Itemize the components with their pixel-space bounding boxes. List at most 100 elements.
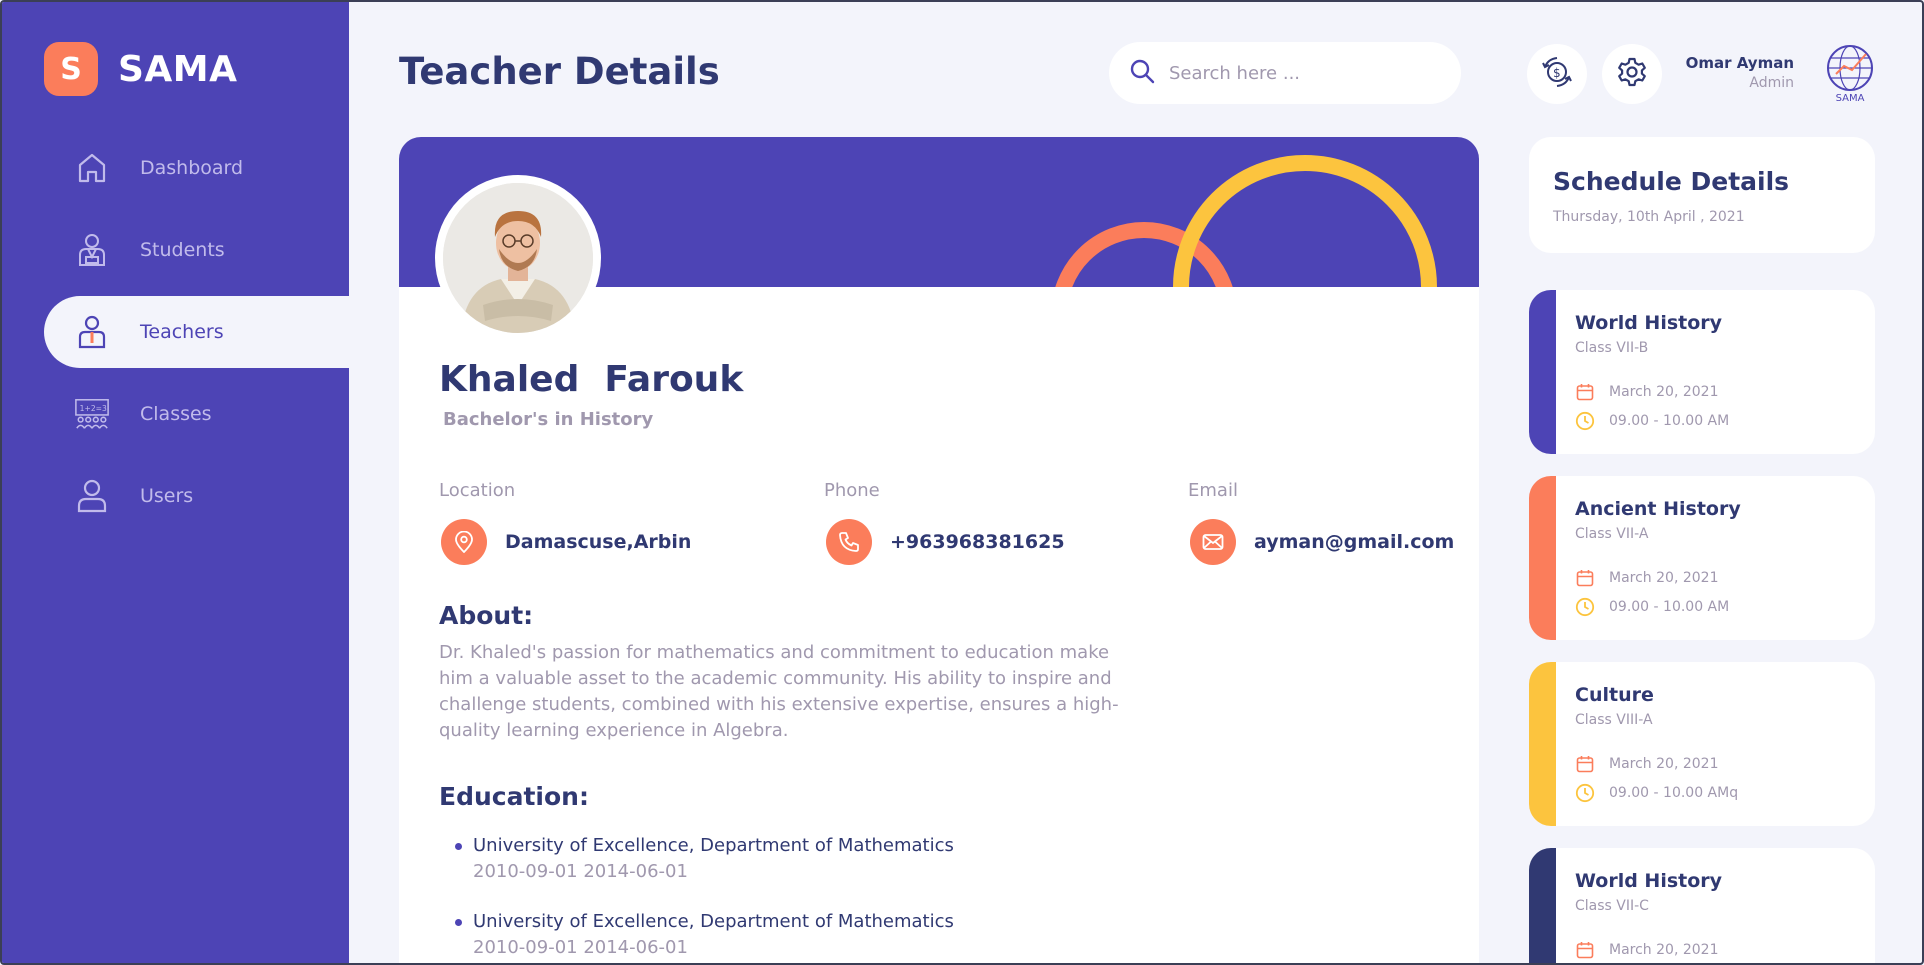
education-school: University of Excellence, Department of … <box>473 835 954 856</box>
svg-text:$: $ <box>1553 66 1561 80</box>
teacher-degree: Bachelor's in History <box>443 409 654 430</box>
schedule-class: Class VII-C <box>1575 898 1649 914</box>
teacher-first-name: Khaled <box>439 359 580 400</box>
schedule-date-value: March 20, 2021 <box>1609 756 1719 772</box>
education-dates: 2010-09-01 2014-06-01 <box>473 937 688 958</box>
sidebar-item-dashboard[interactable]: Dashboard <box>44 132 349 204</box>
classroom-icon: 1+2=3 <box>74 396 110 432</box>
email-value[interactable]: ayman@gmail.com <box>1254 531 1454 553</box>
schedule-header: Schedule Details Thursday, 10th April , … <box>1529 137 1875 253</box>
sidebar-item-teachers[interactable]: Teachers <box>44 296 349 368</box>
schedule-date-value: March 20, 2021 <box>1609 942 1719 958</box>
search-bar[interactable] <box>1109 42 1461 104</box>
schedule-color-bar <box>1529 476 1556 640</box>
sidebar: S SAMA Dashboard Students Teachers 1+2=3… <box>2 2 349 963</box>
calendar-icon <box>1575 754 1595 774</box>
mail-icon <box>1190 519 1236 565</box>
email-label: Email <box>1188 480 1238 501</box>
user-avatar[interactable]: SAMA <box>1822 44 1878 104</box>
schedule-date-value: March 20, 2021 <box>1609 384 1719 400</box>
phone-label: Phone <box>824 480 880 501</box>
calendar-icon <box>1575 940 1595 960</box>
sidebar-item-label: Users <box>140 485 194 507</box>
sidebar-item-classes[interactable]: 1+2=3 Classes <box>44 378 349 450</box>
location-value: Damascuse,Arbin <box>505 531 692 553</box>
schedule-color-bar <box>1529 662 1556 826</box>
calendar-icon <box>1575 382 1595 402</box>
schedule-card[interactable]: World History Class VII-B March 20, 2021… <box>1529 290 1875 454</box>
education-school: University of Excellence, Department of … <box>473 911 954 932</box>
teacher-photo <box>435 175 601 341</box>
education-item: University of Excellence, Department of … <box>439 833 1239 885</box>
location-info: Location Damascuse,Arbin <box>439 480 691 565</box>
sidebar-item-label: Classes <box>140 403 212 425</box>
logo-text: SAMA <box>118 48 238 90</box>
user-role: Admin <box>1749 75 1794 91</box>
phone-value[interactable]: +963968381625 <box>890 531 1065 553</box>
education-item: University of Excellence, Department of … <box>439 909 1239 961</box>
schedule-color-bar <box>1529 290 1556 454</box>
teacher-icon <box>74 314 110 350</box>
schedule-class: Class VIII-A <box>1575 712 1653 728</box>
sidebar-item-label: Teachers <box>140 321 224 343</box>
settings-button[interactable] <box>1602 44 1662 104</box>
schedule-time-value: 09.00 - 10.00 AMq <box>1609 785 1739 801</box>
schedule-class: Class VII-B <box>1575 340 1649 356</box>
phone-icon <box>826 519 872 565</box>
currency-exchange-icon: $ <box>1540 55 1574 93</box>
search-icon <box>1129 58 1155 88</box>
about-text: Dr. Khaled's passion for mathematics and… <box>439 642 1119 741</box>
sidebar-nav: Dashboard Students Teachers 1+2=3 Classe… <box>44 132 349 542</box>
gear-icon <box>1617 57 1647 91</box>
sidebar-item-students[interactable]: Students <box>44 214 349 286</box>
schedule-color-bar <box>1529 848 1556 963</box>
sidebar-item-label: Students <box>140 239 225 261</box>
schedule-date-line: March 20, 2021 <box>1575 754 1718 774</box>
clock-icon <box>1575 411 1595 431</box>
schedule-subject: World History <box>1575 312 1723 334</box>
schedule-date: Thursday, 10th April , 2021 <box>1553 209 1745 225</box>
schedule-time-value: 09.00 - 10.00 AM <box>1609 599 1730 615</box>
location-pin-icon <box>441 519 487 565</box>
email-info: Email ayman@gmail.com <box>1188 480 1454 565</box>
teacher-name: Khaled Farouk <box>439 359 743 400</box>
schedule-time-line: 09.00 - 10.00 AM <box>1575 597 1729 617</box>
payments-button[interactable]: $ <box>1527 44 1587 104</box>
sidebar-item-users[interactable]: Users <box>44 460 349 532</box>
user-icon <box>74 478 110 514</box>
svg-text:1+2=3: 1+2=3 <box>80 404 107 413</box>
education-dates: 2010-09-01 2014-06-01 <box>473 861 688 882</box>
schedule-subject: Culture <box>1575 684 1654 706</box>
schedule-time-value: 09.00 - 10.00 AM <box>1609 413 1730 429</box>
search-input[interactable] <box>1169 62 1429 84</box>
schedule-card[interactable]: Culture Class VIII-A March 20, 2021 09.0… <box>1529 662 1875 826</box>
schedule-class: Class VII-A <box>1575 526 1649 542</box>
schedule-date-line: March 20, 2021 <box>1575 940 1718 960</box>
student-icon <box>74 232 110 268</box>
schedule-subject: Ancient History <box>1575 498 1741 520</box>
education-list: University of Excellence, Department of … <box>439 833 1239 963</box>
clock-icon <box>1575 783 1595 803</box>
app-window: S SAMA Dashboard Students Teachers 1+2=3… <box>0 0 1924 965</box>
user-name: Omar Ayman <box>1685 54 1794 72</box>
logo-badge: S <box>44 42 98 96</box>
logo[interactable]: S SAMA <box>44 42 237 96</box>
schedule-date-value: March 20, 2021 <box>1609 570 1719 586</box>
education-title: Education: <box>439 782 589 811</box>
clock-icon <box>1575 597 1595 617</box>
schedule-time-line: 09.00 - 10.00 AM <box>1575 411 1729 431</box>
phone-info: Phone +963968381625 <box>824 480 1065 565</box>
sidebar-item-label: Dashboard <box>140 157 244 179</box>
schedule-date-line: March 20, 2021 <box>1575 382 1718 402</box>
schedule-card[interactable]: Ancient History Class VII-A March 20, 20… <box>1529 476 1875 640</box>
page-title: Teacher Details <box>399 50 720 93</box>
schedule-time-line: 09.00 - 10.00 AMq <box>1575 783 1738 803</box>
schedule-subject: World History <box>1575 870 1723 892</box>
location-label: Location <box>439 480 516 501</box>
schedule-card[interactable]: World History Class VII-C March 20, 2021 <box>1529 848 1875 963</box>
teacher-last-name: Farouk <box>604 359 744 400</box>
calendar-icon <box>1575 568 1595 588</box>
schedule-title: Schedule Details <box>1553 167 1790 196</box>
home-icon <box>74 150 110 186</box>
avatar-text: SAMA <box>1836 93 1865 104</box>
